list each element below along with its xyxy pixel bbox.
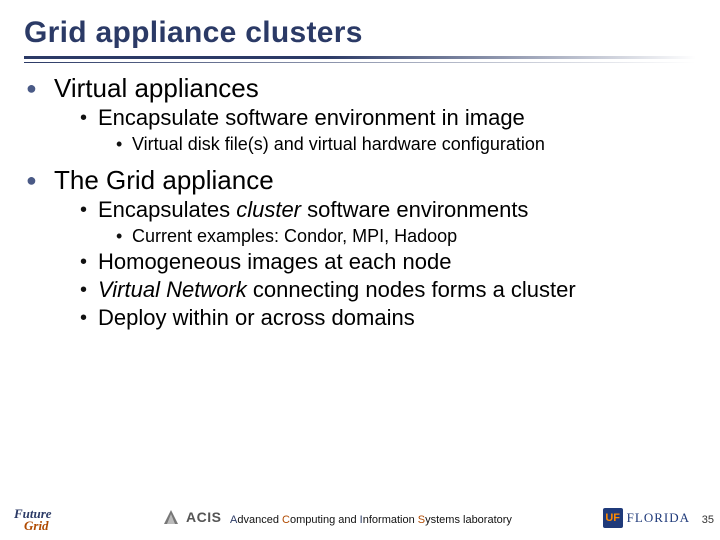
bullet-l1: ● The Grid appliance	[24, 165, 696, 195]
text-part: connecting nodes forms a cluster	[247, 277, 576, 302]
bullet-dot-icon: •	[116, 225, 132, 247]
bullet-l1: ● Virtual appliances	[24, 73, 696, 103]
uf-badge: UF	[603, 508, 623, 528]
bullet-l2-text: Deploy within or across domains	[98, 305, 415, 331]
text-italic: cluster	[236, 197, 301, 222]
bullet-dot-icon: •	[80, 197, 98, 223]
text-part: Encapsulates	[98, 197, 236, 222]
bullet-dot-icon: •	[80, 249, 98, 275]
uf-text: FLORIDA	[627, 510, 690, 526]
footer: Future Grid ACIS Advanced Computing and …	[0, 498, 720, 532]
bullet-l2-text: Virtual Network connecting nodes forms a…	[98, 277, 576, 303]
slide: Grid appliance clusters ● Virtual applia…	[0, 0, 720, 540]
bullet-dot-icon: •	[80, 277, 98, 303]
bullet-l1-text: The Grid appliance	[54, 165, 274, 195]
bullet-l2-text: Encapsulates cluster software environmen…	[98, 197, 528, 223]
bullet-l2: • Virtual Network connecting nodes forms…	[80, 277, 696, 303]
bullet-l3: • Current examples: Condor, MPI, Hadoop	[116, 225, 696, 247]
futuregrid-logo: Future Grid	[14, 508, 52, 532]
bullet-l3-text: Virtual disk file(s) and virtual hardwar…	[132, 133, 545, 155]
body-content: ● Virtual appliances • Encapsulate softw…	[24, 73, 696, 331]
bullet-l2-text: Encapsulate software environment in imag…	[98, 105, 525, 131]
bullet-dot-icon: •	[80, 105, 98, 131]
styled-letter: C	[282, 514, 290, 526]
bullet-l2: • Encapsulates cluster software environm…	[80, 197, 696, 223]
bullet-l3-text: Current examples: Condor, MPI, Hadoop	[132, 225, 457, 247]
bullet-l2: • Encapsulate software environment in im…	[80, 105, 696, 131]
bullet-dot-icon: ●	[24, 165, 54, 195]
styled-letter: A	[230, 514, 237, 526]
bullet-dot-icon: •	[116, 133, 132, 155]
bullet-l1-text: Virtual appliances	[54, 73, 259, 103]
styled-letter: I	[360, 514, 363, 526]
bullet-l2: • Homogeneous images at each node	[80, 249, 696, 275]
bullet-dot-icon: ●	[24, 73, 54, 103]
bullet-l2: • Deploy within or across domains	[80, 305, 696, 331]
bullet-l2-text: Homogeneous images at each node	[98, 249, 451, 275]
acis-logo: ACIS	[160, 506, 221, 528]
logo-text: Grid	[24, 520, 52, 532]
uf-logo: UF FLORIDA	[603, 508, 690, 528]
title-rule	[24, 56, 696, 63]
bullet-dot-icon: •	[80, 305, 98, 331]
lab-caption: Advanced Computing and Information Syste…	[230, 514, 512, 526]
text-italic: Virtual Network	[98, 277, 247, 302]
acis-icon	[160, 506, 182, 528]
page-number: 35	[702, 514, 714, 526]
slide-title: Grid appliance clusters	[24, 16, 696, 50]
text-part: software environments	[301, 197, 528, 222]
bullet-l3: • Virtual disk file(s) and virtual hardw…	[116, 133, 696, 155]
acis-text: ACIS	[186, 509, 221, 525]
styled-letter: S	[418, 514, 425, 526]
